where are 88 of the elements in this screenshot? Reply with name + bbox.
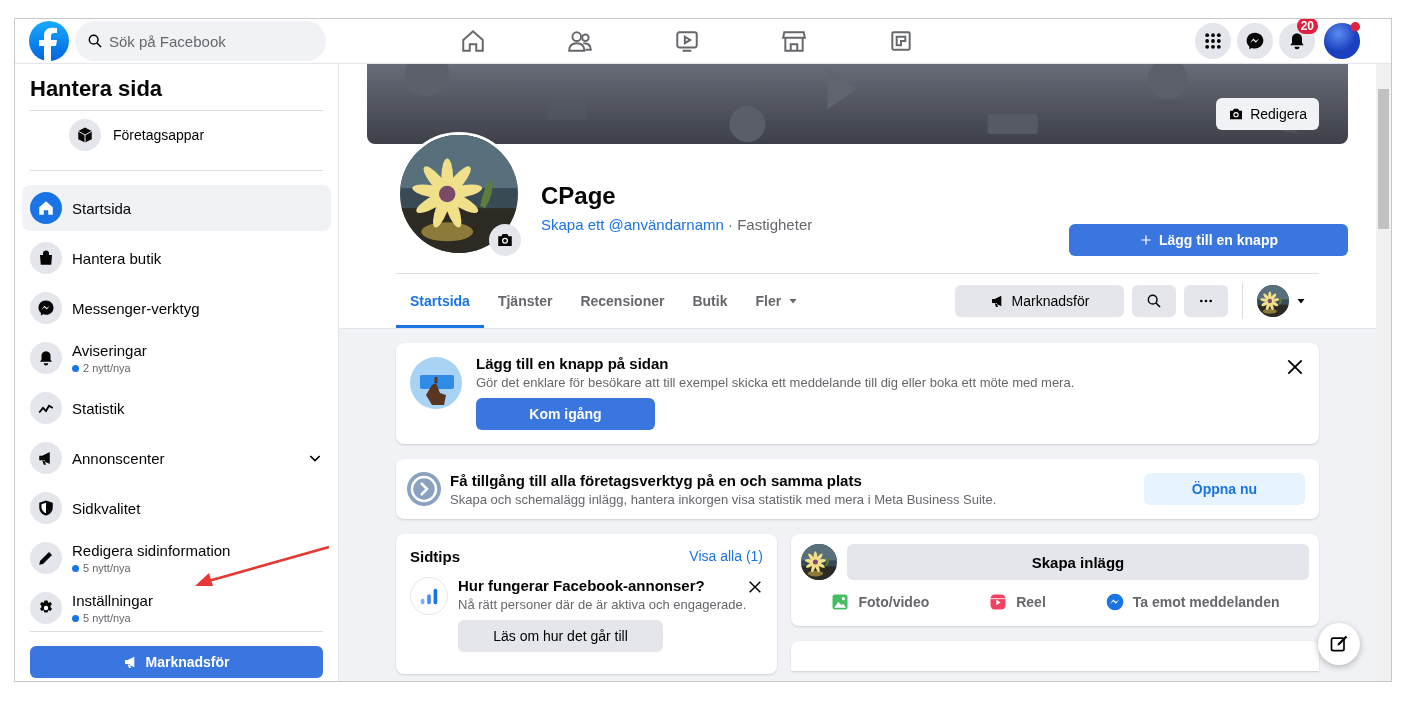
grid-icon	[1203, 31, 1223, 51]
shield-icon	[37, 499, 55, 517]
card-text: Gör det enklare för besökare att till exempel skicka ett meddelande till dig eller boka ett möte med mera.	[476, 375, 1075, 390]
composer-action[interactable]: Foto/video	[830, 592, 930, 612]
home-icon	[37, 199, 55, 217]
photo-icon	[830, 592, 851, 612]
add-button[interactable]: Lägg till en knapp	[1069, 224, 1348, 256]
messenger-icon	[1245, 31, 1265, 51]
get-started-button[interactable]: Kom igång	[476, 398, 655, 430]
item-label: Aviseringar	[72, 342, 148, 359]
bag-icon	[37, 249, 55, 267]
sidebar-item[interactable]: Statistik	[22, 385, 331, 431]
messenger-icon	[37, 299, 55, 317]
search-button[interactable]	[1132, 285, 1176, 317]
profile-avatar[interactable]	[1323, 22, 1361, 60]
plus-icon	[1139, 233, 1153, 247]
sidebar-item[interactable]: Hantera butik	[22, 235, 331, 281]
sidebar-item[interactable]: Startsida	[22, 185, 331, 231]
notification-count: 5 nytt/nya	[83, 612, 131, 624]
tab[interactable]: Startsida	[396, 274, 484, 328]
store-icon[interactable]	[781, 28, 807, 54]
promote-button[interactable]: Marknadsför	[30, 646, 323, 678]
camera-icon	[496, 231, 514, 249]
card-title: Sidtips	[410, 548, 460, 565]
scrollbar-thumb[interactable]	[1378, 89, 1389, 229]
tab[interactable]: Recensioner	[566, 274, 679, 328]
compose-button[interactable]	[1318, 623, 1360, 665]
item-label: Sidkvalitet	[72, 499, 142, 517]
bell-icon	[37, 349, 55, 367]
messenger-icon	[1104, 592, 1125, 612]
card-title: Få tillgång till alla företagsverktyg på en och samma plats	[450, 471, 863, 489]
item-label: Messenger-verktyg	[72, 299, 201, 317]
item-label: Hantera butik	[72, 249, 163, 267]
composer-action[interactable]: Reel	[988, 592, 1046, 612]
business-suite-icon	[406, 471, 442, 507]
open-button[interactable]: Öppna nu	[1144, 473, 1305, 505]
learn-more-button[interactable]: Läs om hur det går till	[458, 620, 663, 652]
close-icon[interactable]	[1285, 357, 1305, 377]
compose-icon	[1329, 634, 1349, 654]
search-icon	[87, 33, 103, 49]
card-title: Lägg till en knapp på sidan	[476, 355, 670, 372]
sidebar-item[interactable]: Inställningar 5 nytt/nya	[22, 585, 331, 631]
camera-button[interactable]	[489, 224, 521, 256]
item-label: Inställningar	[72, 592, 154, 609]
notification-count: 5 nytt/nya	[83, 562, 131, 574]
notification-badge: 20	[1296, 19, 1318, 34]
grid-button[interactable]	[1195, 23, 1231, 59]
create-post-button[interactable]: Skapa inlägg	[847, 544, 1309, 580]
business-apps-link[interactable]: Företagsappar	[113, 127, 205, 143]
item-label: Startsida	[72, 199, 133, 217]
tab[interactable]: Fler	[741, 274, 814, 328]
pencil-icon	[37, 549, 55, 567]
hand-tap-icon	[410, 357, 462, 409]
friends-icon[interactable]	[567, 28, 593, 54]
status-dot	[72, 564, 79, 572]
search-field[interactable]: Sök på Facebook	[75, 21, 326, 61]
tab[interactable]: Tjänster	[483, 274, 567, 328]
home-icon[interactable]	[460, 28, 486, 54]
video-icon[interactable]	[674, 28, 700, 54]
promote-button[interactable]: Marknadsför	[955, 285, 1124, 317]
sidebar-item[interactable]: Annonscenter	[22, 435, 331, 481]
item-label: Statistik	[72, 399, 126, 417]
square-icon[interactable]	[888, 28, 914, 54]
reel-icon	[988, 592, 1009, 612]
logo-icon[interactable]	[29, 21, 69, 61]
item-label: Redigera sidinformation	[72, 542, 232, 559]
close-icon[interactable]	[747, 579, 763, 595]
tab[interactable]: Butik	[678, 274, 742, 328]
username-link[interactable]: Skapa ett @användarnamn	[541, 216, 724, 233]
status-dot	[72, 614, 79, 622]
sidebar-item[interactable]: Sidkvalitet	[22, 485, 331, 531]
page-name: CPage	[541, 182, 617, 210]
notification-count: 2 nytt/nya	[83, 362, 131, 374]
page-category: · Fastigheter	[728, 216, 813, 233]
cube-icon	[76, 126, 94, 144]
messenger-button[interactable]	[1237, 23, 1273, 59]
composer-action[interactable]: Ta emot meddelanden	[1104, 592, 1280, 612]
tip-text: Nå rätt personer där de är aktiva och engagerade.	[458, 597, 747, 612]
card-text: Skapa och schemalägg inlägg, hantera inkorgen visa statistik med mera i Meta Business Suite.	[450, 491, 998, 507]
sidebar-item[interactable]: Aviseringar 2 nytt/nya	[22, 335, 331, 381]
tip-title: Hur fungerar Facebook-annonser?	[458, 577, 706, 594]
view-all-link[interactable]: Visa alla (1)	[689, 548, 763, 565]
sidebar-item[interactable]: Redigera sidinformation 5 nytt/nya	[22, 535, 331, 581]
status-dot	[72, 364, 79, 372]
search-icon	[1146, 293, 1162, 309]
sidebar-title: Hantera sida	[30, 76, 323, 111]
item-label: Annonscenter	[72, 449, 166, 467]
sidebar-item[interactable]: Messenger-verktyg	[22, 285, 331, 331]
